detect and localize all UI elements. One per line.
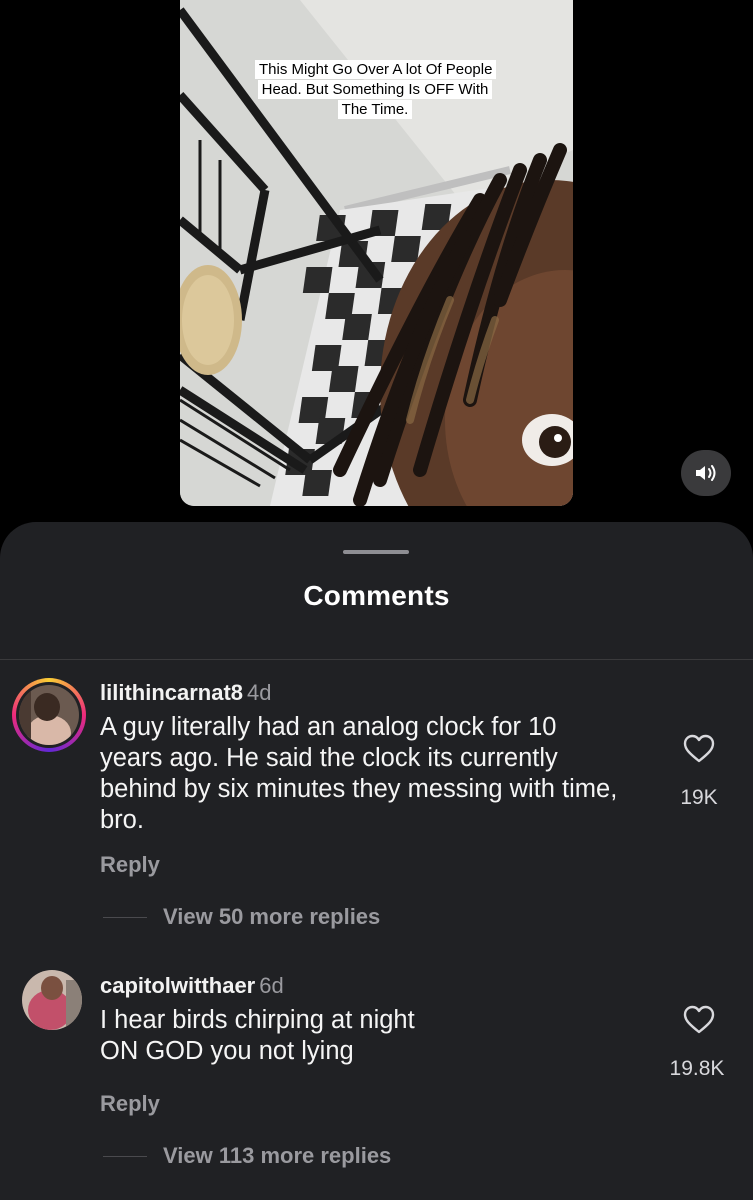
thread-line — [103, 916, 147, 918]
like-button[interactable] — [669, 1005, 729, 1040]
sheet-title: Comments — [303, 580, 450, 611]
story-ring[interactable] — [12, 678, 86, 752]
view-more-replies-label: View 113 more replies — [163, 1143, 392, 1168]
sheet-drag-handle[interactable] — [343, 550, 409, 554]
view-more-replies-label: View 50 more replies — [163, 904, 381, 929]
reply-button[interactable]: Reply — [100, 852, 160, 878]
comment-username[interactable]: lilithincarnat8 4d — [100, 680, 272, 706]
comment-text-line: ON GOD you not lying — [100, 1037, 354, 1065]
speaker-icon — [696, 465, 716, 481]
comment-username[interactable]: capitolwitthaer 6d — [100, 973, 284, 999]
divider — [0, 659, 753, 660]
comment-text: A guy literally had an analog clock for … — [100, 713, 618, 834]
video-player[interactable]: This Might Go Over A lot Of People Head.… — [180, 0, 573, 506]
comment-item: lilithincarnat8 4d A guy literally had an… — [0, 672, 753, 932]
view-more-replies-button[interactable]: View 113 more replies — [103, 1143, 391, 1169]
like-count: 19K — [680, 786, 718, 809]
heart-icon — [683, 1005, 715, 1034]
username-text[interactable]: lilithincarnat8 — [100, 680, 243, 705]
comment-item: capitolwitthaer 6d I hear birds chirping … — [0, 967, 753, 1167]
comment-timestamp: 4d — [247, 680, 272, 705]
avatar[interactable] — [22, 970, 82, 1030]
view-more-replies-button[interactable]: View 50 more replies — [103, 904, 380, 930]
thread-line — [103, 1155, 147, 1157]
avatar — [19, 685, 79, 745]
video-caption: This Might Go Over A lot Of People Head.… — [255, 60, 497, 120]
like-button[interactable] — [669, 734, 729, 769]
mute-toggle-button[interactable] — [681, 450, 731, 496]
reply-button[interactable]: Reply — [100, 1091, 160, 1117]
like-count: 19.8K — [669, 1057, 725, 1080]
comment-timestamp: 6d — [259, 973, 284, 998]
comment-text-line: I hear birds chirping at night — [100, 1006, 415, 1034]
username-text[interactable]: capitolwitthaer — [100, 973, 255, 998]
heart-icon — [683, 734, 715, 763]
comment-text: I hear birds chirping at night ON GOD yo… — [100, 1005, 620, 1067]
video-area: This Might Go Over A lot Of People Head.… — [0, 0, 753, 540]
comments-sheet: Comments lilithincarnat8 4d A guy literal… — [0, 522, 753, 1200]
